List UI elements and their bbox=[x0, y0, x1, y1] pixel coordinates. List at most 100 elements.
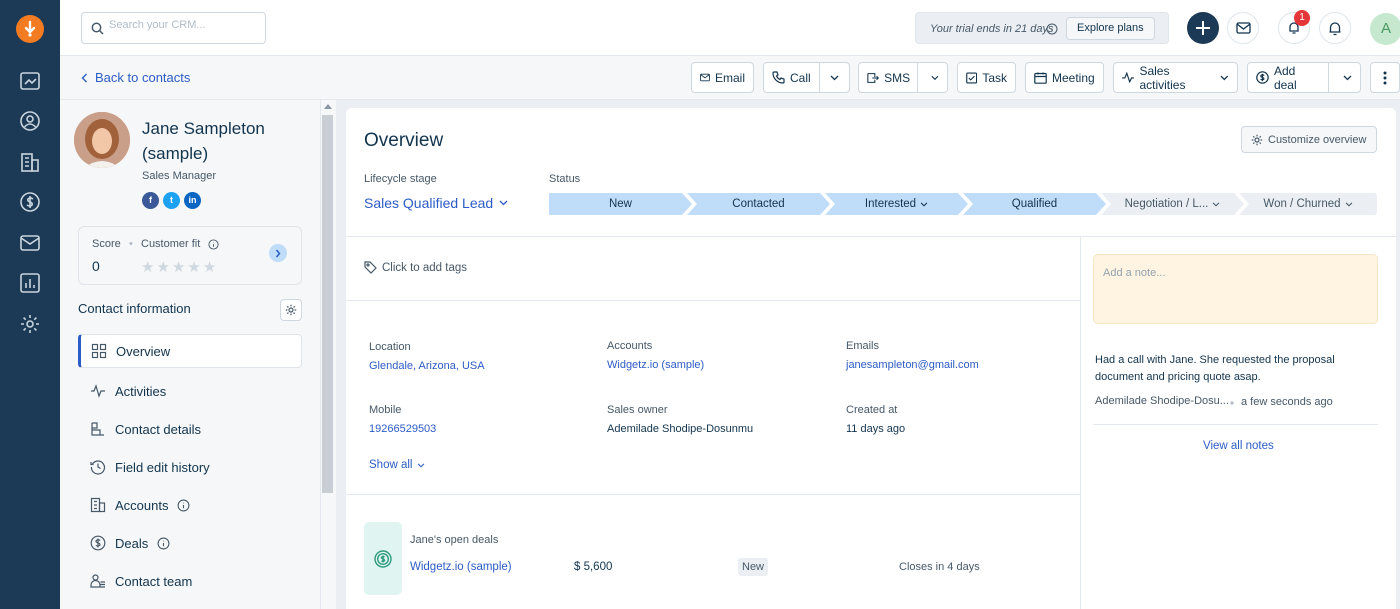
contact-info-settings-button[interactable] bbox=[280, 299, 302, 321]
contact-name: Jane Sampleton (sample) bbox=[142, 119, 265, 163]
accounts-icon[interactable] bbox=[19, 151, 41, 173]
app-rail bbox=[0, 0, 60, 609]
sms-button[interactable]: SMS bbox=[858, 62, 948, 93]
add-tags-button[interactable]: Click to add tags bbox=[364, 261, 467, 274]
deal-name-link[interactable]: Widgetz.io (sample) bbox=[410, 561, 512, 573]
chevron-down-icon bbox=[1345, 201, 1352, 207]
info-icon[interactable] bbox=[177, 499, 190, 512]
trial-text: Your trial ends in 21 days bbox=[930, 23, 1054, 35]
field-label: Emails bbox=[846, 340, 880, 352]
contact-sidebar: Jane Sampleton (sample) Sales Manager f … bbox=[60, 100, 320, 609]
mobile-value[interactable]: 19266529503 bbox=[369, 423, 436, 435]
star-icon: ★ bbox=[156, 259, 170, 276]
user-avatar[interactable]: A bbox=[1370, 13, 1400, 45]
lifecycle-stage-dropdown[interactable]: Sales Qualified Lead bbox=[364, 195, 508, 211]
add-note-input[interactable]: Add a note... bbox=[1093, 254, 1378, 324]
twitter-icon[interactable]: t bbox=[163, 192, 180, 209]
status-pipeline: New Contacted Interested Qualified Negot… bbox=[549, 193, 1377, 215]
nav-item-contact-details[interactable]: Contact details bbox=[78, 410, 302, 448]
notifications-button[interactable] bbox=[1319, 12, 1351, 44]
mail-icon bbox=[1235, 22, 1251, 34]
field-label: Mobile bbox=[369, 404, 402, 416]
star-icon: ★ bbox=[202, 259, 217, 276]
settings-icon[interactable] bbox=[19, 313, 41, 335]
emails-field: Emails janesampleton@gmail.com bbox=[846, 340, 979, 371]
dollar-icon bbox=[90, 535, 106, 551]
quick-add-button[interactable] bbox=[1187, 12, 1219, 44]
reports-icon[interactable] bbox=[19, 272, 41, 294]
field-label: Accounts bbox=[607, 340, 653, 352]
chevron-down-icon bbox=[418, 462, 425, 468]
info-icon[interactable] bbox=[157, 537, 170, 550]
task-button[interactable]: Task bbox=[957, 62, 1016, 93]
score-value: 0 bbox=[92, 258, 100, 274]
top-bar: Your trial ends in 21 days Explore plans… bbox=[60, 0, 1400, 56]
stage-won-churned[interactable]: Won / Churned bbox=[1239, 193, 1377, 215]
dashboard-icon[interactable] bbox=[19, 70, 41, 92]
stage-interested[interactable]: Interested bbox=[825, 193, 968, 215]
team-icon bbox=[90, 574, 105, 588]
sms-label: SMS bbox=[884, 70, 911, 85]
location-value[interactable]: Glendale, Arizona, USA bbox=[369, 360, 485, 372]
nav-item-contact-team[interactable]: Contact team bbox=[78, 562, 302, 600]
chevron-down-icon bbox=[1213, 201, 1220, 207]
sales-owner-value: Ademilade Shodipe-Dosunmu bbox=[607, 423, 754, 435]
nav-item-overview[interactable]: Overview bbox=[78, 334, 302, 368]
stage-qualified[interactable]: Qualified bbox=[963, 193, 1106, 215]
chevron-down-icon[interactable] bbox=[1343, 75, 1352, 81]
scroll-up-icon[interactable] bbox=[324, 104, 332, 109]
activity-notifications-button[interactable]: 1 bbox=[1278, 10, 1310, 44]
sales-activities-button[interactable]: Sales activities bbox=[1113, 62, 1238, 93]
search-box[interactable] bbox=[81, 12, 266, 44]
deals-icon[interactable] bbox=[19, 191, 41, 213]
stage-label: Interested bbox=[864, 198, 917, 210]
details-icon bbox=[91, 422, 104, 436]
stage-negotiation[interactable]: Negotiation / L... bbox=[1101, 193, 1244, 215]
call-button[interactable]: Call bbox=[763, 62, 850, 93]
dollar-circle-icon bbox=[374, 549, 392, 568]
email-button[interactable]: Email bbox=[691, 62, 754, 93]
calendar-icon bbox=[1034, 72, 1047, 84]
linkedin-icon[interactable]: in bbox=[184, 192, 201, 209]
search-input[interactable] bbox=[109, 19, 259, 31]
back-to-contacts-link[interactable]: Back to contacts bbox=[81, 70, 190, 85]
chevron-down-icon bbox=[1220, 75, 1229, 80]
contacts-icon[interactable] bbox=[19, 110, 41, 132]
email-value[interactable]: janesampleton@gmail.com bbox=[846, 359, 979, 371]
explore-plans-button[interactable]: Explore plans bbox=[1066, 17, 1155, 40]
freshsales-logo[interactable] bbox=[16, 15, 44, 43]
score-card: Score • Customer fit 0 ★ ★ ★ ★ ★ bbox=[78, 226, 302, 285]
stage-contacted[interactable]: Contacted bbox=[687, 193, 830, 215]
stage-new[interactable]: New bbox=[549, 193, 692, 215]
nav-item-activities[interactable]: Activities bbox=[78, 372, 302, 410]
mail-button[interactable] bbox=[1227, 12, 1259, 44]
nav-item-field-edit-history[interactable]: Field edit history bbox=[78, 448, 302, 486]
more-options-button[interactable] bbox=[1370, 62, 1400, 93]
note-text: Had a call with Jane. She requested the … bbox=[1095, 354, 1335, 383]
info-icon[interactable] bbox=[1046, 23, 1058, 35]
sidebar-scroll-thumb[interactable] bbox=[322, 115, 333, 493]
nav-item-accounts[interactable]: Accounts bbox=[78, 486, 302, 524]
field-label: Location bbox=[369, 341, 411, 353]
accounts-value[interactable]: Widgetz.io (sample) bbox=[607, 359, 704, 371]
accounts-field: Accounts Widgetz.io (sample) bbox=[607, 340, 704, 371]
nav-item-deals[interactable]: Deals bbox=[78, 524, 302, 562]
show-all-button[interactable]: Show all bbox=[369, 459, 425, 471]
score-label: Score bbox=[92, 238, 121, 250]
pulse-icon bbox=[1122, 72, 1135, 83]
view-all-notes-link[interactable]: View all notes bbox=[1203, 440, 1274, 452]
customize-overview-button[interactable]: Customize overview bbox=[1241, 126, 1377, 153]
lifecycle-stage-label: Lifecycle stage bbox=[364, 173, 437, 185]
nav-item-label: Contact team bbox=[115, 573, 193, 589]
chevron-down-icon[interactable] bbox=[830, 75, 839, 81]
sales-owner-field: Sales owner Ademilade Shodipe-Dosunmu bbox=[607, 404, 753, 435]
mail-icon[interactable] bbox=[19, 232, 41, 254]
info-icon[interactable] bbox=[208, 239, 219, 250]
notification-badge: 1 bbox=[1294, 10, 1310, 26]
meeting-button[interactable]: Meeting bbox=[1025, 62, 1104, 93]
score-details-button[interactable] bbox=[269, 244, 287, 262]
chevron-down-icon[interactable] bbox=[931, 75, 939, 81]
add-deal-button[interactable]: Add deal bbox=[1247, 62, 1361, 93]
deal-stage-badge: New bbox=[738, 558, 769, 576]
facebook-icon[interactable]: f bbox=[142, 192, 159, 209]
